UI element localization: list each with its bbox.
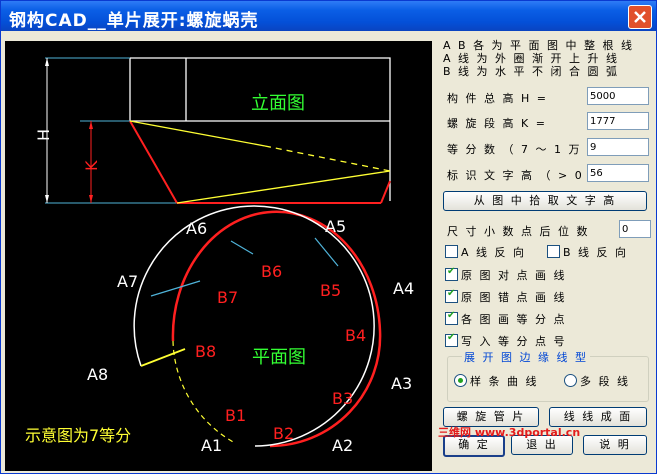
diagram-canvas: H K 立面图 平面图 A1 A2 A3 A4 A5 A6 A7 A8 B1 B… (5, 41, 432, 471)
dialog-window: 钢构CAD__单片展开:螺旋蜗壳 H K 立面图 平面图 A1 A2 A3 A4… (0, 0, 657, 474)
total-height-input[interactable] (587, 87, 649, 105)
edge-line-type-group: 展 开 图 边 缘 线 型 样 条 曲 线 多 段 线 (447, 349, 649, 402)
spline-radio[interactable] (454, 374, 467, 387)
k-dim-label: K (82, 160, 101, 171)
spline-label: 样 条 曲 线 (470, 375, 539, 388)
pick-text-height-button[interactable]: 从 图 中 拾 取 文 字 高 (443, 191, 647, 211)
close-button[interactable] (628, 5, 652, 29)
check-label: 原 图 对 点 画 线 (461, 269, 567, 282)
help-button[interactable]: 说 明 (583, 435, 647, 455)
window-title: 钢构CAD__单片展开:螺旋蜗壳 (9, 11, 259, 31)
close-icon (634, 11, 646, 23)
polyline-radio[interactable] (564, 374, 577, 387)
elevation-label: 立面图 (251, 93, 305, 114)
title-bar[interactable]: 钢构CAD__单片展开:螺旋蜗壳 (1, 1, 656, 31)
text-height-input[interactable] (587, 164, 649, 182)
reverse-a-label: A 线 反 向 (461, 246, 527, 259)
a-label-3: A3 (391, 374, 412, 393)
info-line-1: A B 各 为 平 面 图 中 整 根 线 (443, 39, 635, 52)
field-label: 螺 旋 段 高 K = (447, 117, 547, 130)
a-label-5: A5 (325, 217, 346, 236)
reverse-a-checkbox[interactable] (445, 245, 458, 258)
field-label: 构 件 总 高 H = (447, 92, 548, 105)
h-dim-label: H (34, 129, 53, 141)
decimal-places-input[interactable] (619, 220, 651, 238)
b-label-2: B2 (273, 424, 294, 443)
check-offset-point-line[interactable] (445, 288, 458, 303)
client-area: H K 立面图 平面图 A1 A2 A3 A4 A5 A6 A7 A8 B1 B… (1, 31, 656, 473)
a-label-4: A4 (393, 279, 414, 298)
a-label-6: A6 (186, 219, 207, 238)
diagram-svg: H K 立面图 平面图 A1 A2 A3 A4 A5 A6 A7 A8 B1 B… (25, 57, 414, 455)
divisions-input[interactable] (587, 138, 649, 156)
field-label: 等 分 数 （ 7 ～ 1 万 ） (447, 143, 600, 156)
check-draw-division-points[interactable] (445, 310, 458, 325)
a-label-2: A2 (332, 436, 353, 455)
diagram-note: 示意图为7等分 (25, 426, 131, 445)
check-label: 各 图 画 等 分 点 (461, 313, 567, 326)
field-label: 尺 寸 小 数 点 后 位 数 (447, 225, 590, 238)
check-match-point-line[interactable] (445, 266, 458, 281)
check-label: 原 图 错 点 画 线 (461, 291, 567, 304)
polyline-label: 多 段 线 (580, 375, 630, 388)
b-label-4: B4 (345, 326, 366, 345)
info-line-2: A 线 为 外 圈 渐 开 上 升 线 (443, 52, 619, 65)
group-title: 展 开 图 边 缘 线 型 (462, 349, 590, 365)
spiral-height-input[interactable] (587, 112, 649, 130)
b-label-1: B1 (225, 406, 246, 425)
b-label-5: B5 (320, 281, 341, 300)
b-label-3: B3 (332, 389, 353, 408)
reverse-b-checkbox[interactable] (547, 245, 560, 258)
field-label: 标 识 文 字 高 （ > 0 ） (447, 169, 603, 182)
reverse-b-label: B 线 反 向 (563, 246, 629, 259)
info-line-3: B 线 为 水 平 不 闭 合 圆 弧 (443, 65, 620, 78)
a-label-8: A8 (87, 365, 108, 384)
check-write-point-numbers[interactable] (445, 332, 458, 347)
a-label-1: A1 (201, 436, 222, 455)
options-panel: A B 各 为 平 面 图 中 整 根 线 A 线 为 外 圈 渐 开 上 升 … (439, 31, 654, 471)
plan-label: 平面图 (252, 347, 306, 368)
a-label-7: A7 (117, 272, 138, 291)
b-label-7: B7 (217, 288, 238, 307)
watermark: 三维网 www.3dportal.cn (438, 426, 581, 439)
check-label: 写 入 等 分 点 号 (461, 335, 567, 348)
b-label-6: B6 (261, 262, 282, 281)
b-label-8: B8 (195, 342, 216, 361)
